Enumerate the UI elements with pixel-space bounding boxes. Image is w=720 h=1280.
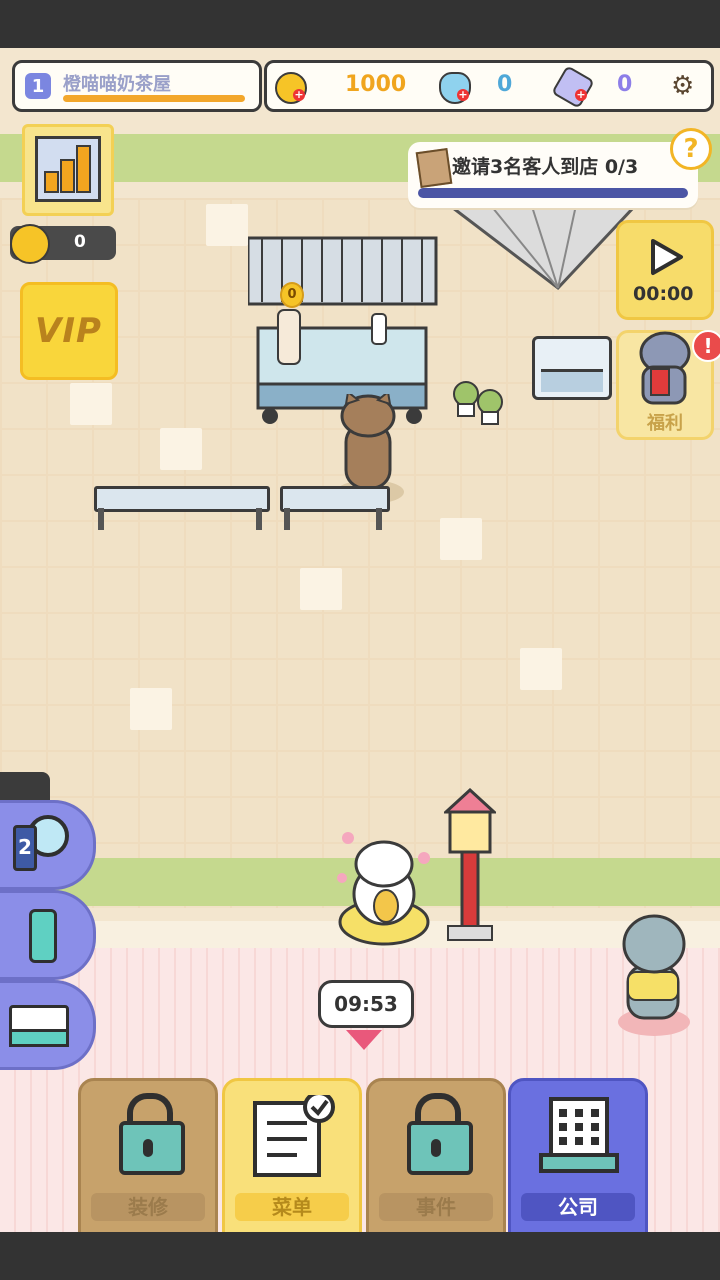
floor-tile bbox=[300, 568, 342, 610]
gear-icon[interactable]: ⚙ bbox=[671, 71, 694, 101]
floor-tile bbox=[70, 383, 112, 425]
company-building-icon bbox=[539, 1097, 619, 1173]
boost-value: 0 bbox=[74, 232, 86, 252]
gem-count: 0 bbox=[617, 72, 633, 97]
cup-button[interactable] bbox=[0, 890, 96, 980]
countdown-timer: 09:53 bbox=[318, 980, 414, 1028]
cabinet-icon bbox=[9, 993, 69, 1053]
vip-button[interactable]: VIP bbox=[20, 282, 118, 380]
bench-leg bbox=[98, 508, 104, 530]
bench-leg bbox=[284, 508, 290, 530]
status-bar bbox=[0, 0, 720, 48]
alert-badge: ! bbox=[692, 330, 720, 362]
shop-info-panel[interactable]: 1 橙喵喵奶茶屋 bbox=[12, 60, 262, 112]
quest-text: 邀请3名客人到店 0/3 bbox=[452, 156, 639, 178]
floor-tile bbox=[206, 204, 248, 246]
magnifier-icon: 2 bbox=[9, 813, 69, 873]
level-badge: 1 bbox=[25, 73, 51, 99]
potion-count: 0 bbox=[497, 72, 513, 97]
coin-count: 1000 bbox=[345, 72, 407, 97]
nav-events[interactable]: 事件 bbox=[366, 1078, 506, 1232]
video-timer: 00:00 bbox=[633, 283, 694, 305]
nav-menu-label: 菜单 bbox=[272, 1195, 312, 1219]
add-potion-icon[interactable]: + bbox=[457, 89, 469, 101]
currency-panel: + 1000 + 0 + 0 ⚙ bbox=[264, 60, 714, 112]
help-button[interactable]: ? bbox=[670, 128, 712, 170]
cabinet-button[interactable] bbox=[0, 980, 96, 1070]
stats-button[interactable] bbox=[22, 124, 114, 216]
bench-left[interactable] bbox=[94, 486, 270, 512]
shop-name: 橙喵喵奶茶屋 bbox=[63, 74, 171, 95]
nav-company-label: 公司 bbox=[558, 1195, 598, 1219]
lucky-cat[interactable] bbox=[328, 818, 438, 948]
bench-leg bbox=[256, 508, 262, 530]
add-gem-icon[interactable]: + bbox=[575, 89, 587, 101]
gem-icon[interactable] bbox=[551, 65, 595, 109]
bar-chart-icon bbox=[35, 136, 101, 202]
nav-decorate-label: 装修 bbox=[128, 1195, 168, 1219]
arrow-down-icon[interactable] bbox=[346, 1030, 382, 1050]
coin-badge[interactable]: 0 bbox=[280, 282, 304, 308]
floor-tile bbox=[440, 518, 482, 560]
game-screen: 0 1 橙喵喵奶茶屋 + 1000 + 0 + 0 ⚙ 0 VIP 邀请3名客人… bbox=[0, 48, 720, 1232]
magnifier-button[interactable]: 2 bbox=[0, 800, 96, 890]
cup-icon bbox=[9, 903, 69, 963]
plant-decoration bbox=[453, 381, 503, 425]
welfare-label: 福利 bbox=[647, 413, 683, 434]
floor-tile bbox=[130, 688, 172, 730]
trend-up-icon bbox=[10, 224, 50, 264]
play-icon bbox=[651, 239, 683, 275]
storage-cabinet[interactable] bbox=[532, 336, 612, 400]
bench-leg bbox=[376, 508, 382, 530]
add-coin-icon[interactable]: + bbox=[293, 89, 305, 101]
nav-menu[interactable]: 菜单 bbox=[222, 1078, 362, 1232]
shop-progress-bar bbox=[63, 95, 245, 102]
floor-tile bbox=[520, 648, 562, 690]
menu-document-icon bbox=[253, 1095, 335, 1177]
street-lamp bbox=[444, 788, 496, 941]
scroll-icon bbox=[415, 147, 453, 189]
video-ad-button[interactable]: 00:00 bbox=[616, 220, 714, 320]
nav-decorate[interactable]: 装修 bbox=[78, 1078, 218, 1232]
quest-panel[interactable]: 邀请3名客人到店 0/3 bbox=[408, 142, 698, 208]
bench-right[interactable] bbox=[280, 486, 390, 512]
elephant-customer[interactable] bbox=[614, 910, 694, 1038]
quest-progress-bar bbox=[418, 188, 688, 198]
floor-tile bbox=[160, 428, 202, 470]
navigation-bar bbox=[0, 1232, 720, 1280]
nav-company[interactable]: 公司 bbox=[508, 1078, 648, 1232]
vip-label: VIP bbox=[35, 311, 102, 351]
cat-red-envelope-icon bbox=[639, 331, 691, 405]
nav-events-label: 事件 bbox=[416, 1195, 456, 1219]
boost-panel[interactable]: 0 bbox=[10, 224, 116, 264]
